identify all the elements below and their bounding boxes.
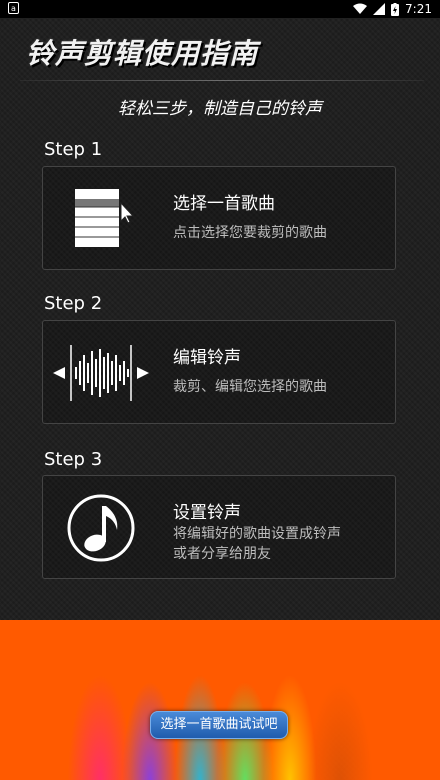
page-subtitle: 轻松三步，制造自己的铃声	[118, 99, 322, 119]
spectrum-glow-decoration	[0, 620, 440, 780]
status-icons: 7:21	[353, 1, 432, 17]
step-3-label: Step 3	[44, 449, 103, 470]
step-3-description-line-2: 或者分享给朋友	[173, 546, 271, 562]
list-select-icon	[75, 189, 135, 247]
step-1-description: 点击选择您要裁剪的歌曲	[173, 225, 327, 241]
step-3-description: 将编辑好的歌曲设置成铃声 或者分享给朋友	[173, 524, 341, 564]
title-divider	[20, 80, 424, 81]
step-3-title: 设置铃声	[173, 503, 241, 523]
step-1-label: Step 1	[44, 139, 103, 160]
select-song-button[interactable]: 选择一首歌曲试试吧	[150, 711, 288, 739]
step-1-card[interactable]: 选择一首歌曲 点击选择您要裁剪的歌曲	[42, 166, 396, 270]
app-notification-icon: a	[8, 2, 19, 14]
waveform-icon	[53, 345, 149, 401]
battery-charging-icon	[391, 2, 400, 16]
step-2-description: 裁剪、编辑您选择的歌曲	[173, 379, 327, 395]
step-2-label: Step 2	[44, 293, 103, 314]
music-note-icon	[67, 494, 135, 562]
wifi-icon	[353, 3, 368, 14]
step-2-title: 编辑铃声	[173, 348, 241, 368]
status-time: 7:21	[405, 2, 432, 16]
step-3-description-line-1: 将编辑好的歌曲设置成铃声	[173, 526, 341, 542]
status-bar: a 7:21	[0, 0, 440, 18]
step-2-card[interactable]: 编辑铃声 裁剪、编辑您选择的歌曲	[42, 320, 396, 424]
signal-icon	[373, 3, 386, 15]
page-title: 铃声剪辑使用指南	[26, 37, 259, 70]
step-3-card[interactable]: 设置铃声 将编辑好的歌曲设置成铃声 或者分享给朋友	[42, 475, 396, 579]
step-1-title: 选择一首歌曲	[173, 194, 275, 214]
